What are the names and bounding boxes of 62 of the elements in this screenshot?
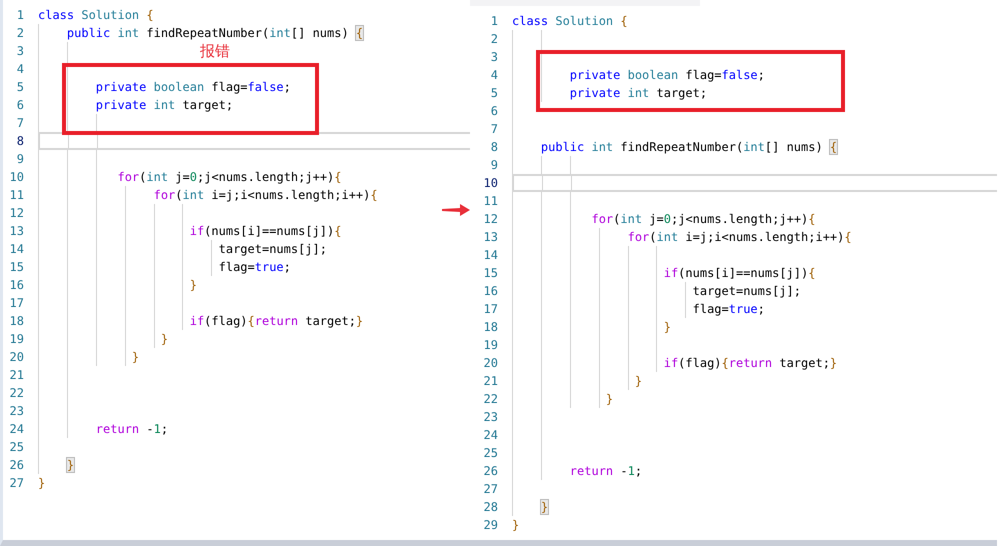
error-label: 报错 bbox=[200, 42, 230, 60]
line-number: 23 bbox=[8, 403, 24, 420]
line-number: 3 bbox=[16, 43, 24, 60]
line-number: 27 bbox=[482, 481, 498, 498]
line-number: 24 bbox=[8, 421, 24, 438]
line-number: 8 bbox=[490, 139, 498, 156]
line-number: 4 bbox=[490, 67, 498, 84]
line-number: 15 bbox=[8, 259, 24, 276]
line-number: 7 bbox=[16, 115, 24, 132]
line-number: 20 bbox=[8, 349, 24, 366]
line-number: 10 bbox=[482, 175, 498, 192]
line-number: 11 bbox=[8, 187, 24, 204]
arrow-icon bbox=[442, 204, 470, 216]
line-number: 27 bbox=[8, 475, 24, 492]
line-number: 1 bbox=[16, 7, 24, 24]
line-number: 5 bbox=[490, 85, 498, 102]
line-number: 5 bbox=[16, 79, 24, 96]
line-number: 24 bbox=[482, 427, 498, 444]
line-number: 23 bbox=[482, 409, 498, 426]
line-number: 21 bbox=[8, 367, 24, 384]
line-number: 14 bbox=[8, 241, 24, 258]
line-number: 17 bbox=[482, 301, 498, 318]
line-number: 10 bbox=[8, 169, 24, 186]
line-number: 16 bbox=[482, 283, 498, 300]
line-number: 18 bbox=[482, 319, 498, 336]
line-number: 6 bbox=[16, 97, 24, 114]
line-number: 25 bbox=[482, 445, 498, 462]
line-number: 19 bbox=[8, 331, 24, 348]
line-number: 12 bbox=[8, 205, 24, 222]
code-line: } bbox=[38, 475, 46, 492]
line-number: 12 bbox=[482, 211, 498, 228]
line-number: 29 bbox=[482, 517, 498, 534]
line-number: 8 bbox=[16, 133, 24, 150]
line-number: 21 bbox=[482, 373, 498, 390]
line-number: 13 bbox=[482, 229, 498, 246]
line-number: 16 bbox=[8, 277, 24, 294]
line-number: 26 bbox=[482, 463, 498, 480]
line-number: 9 bbox=[16, 151, 24, 168]
line-number: 2 bbox=[490, 31, 498, 48]
line-number: 6 bbox=[490, 103, 498, 120]
line-number: 26 bbox=[8, 457, 24, 474]
line-number: 13 bbox=[8, 223, 24, 240]
line-number: 7 bbox=[490, 121, 498, 138]
line-number: 2 bbox=[16, 25, 24, 42]
code-line: class Solution { bbox=[38, 7, 155, 24]
line-number: 9 bbox=[490, 157, 498, 174]
code-line: class Solution { bbox=[512, 13, 629, 30]
line-number: 19 bbox=[482, 337, 498, 354]
line-number: 1 bbox=[490, 13, 498, 30]
line-number: 22 bbox=[482, 391, 498, 408]
line-number: 14 bbox=[482, 247, 498, 264]
line-number: 22 bbox=[8, 385, 24, 402]
line-number: 25 bbox=[8, 439, 24, 456]
line-number: 4 bbox=[16, 61, 24, 78]
line-number: 18 bbox=[8, 313, 24, 330]
line-number: 28 bbox=[482, 499, 498, 516]
line-number: 17 bbox=[8, 295, 24, 312]
line-number: 15 bbox=[482, 265, 498, 282]
line-number: 11 bbox=[482, 193, 498, 210]
code-line: } bbox=[512, 517, 520, 534]
line-number: 20 bbox=[482, 355, 498, 372]
line-number: 3 bbox=[490, 49, 498, 66]
